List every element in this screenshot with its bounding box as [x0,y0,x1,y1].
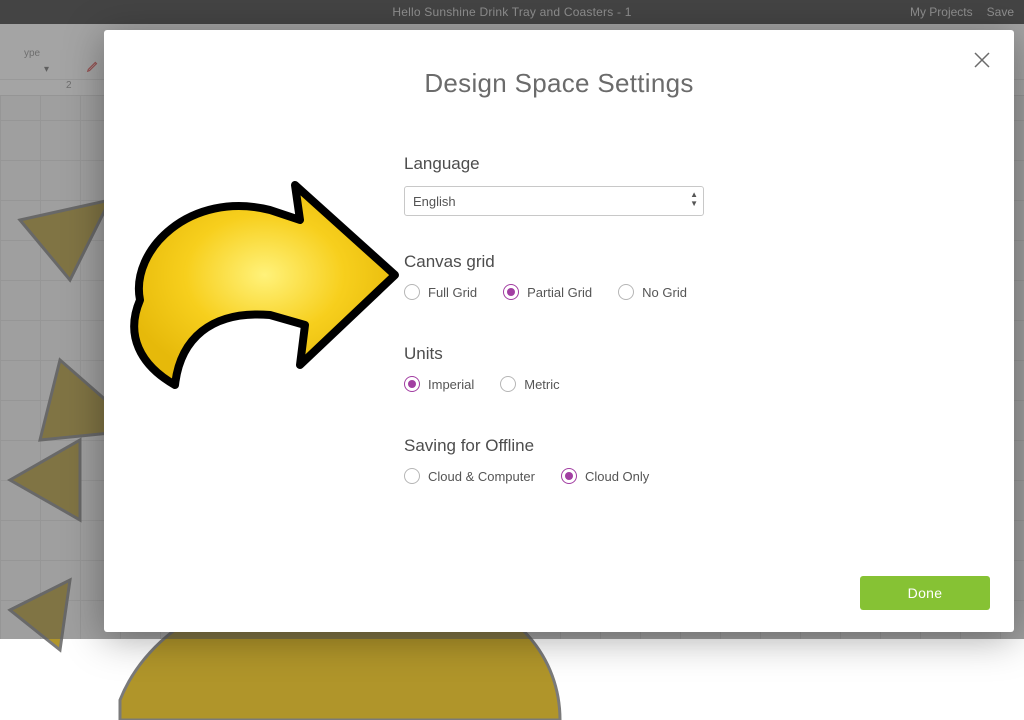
radio-partial-grid[interactable]: Partial Grid [503,284,592,300]
radio-label: Imperial [428,377,474,392]
radio-icon [404,376,420,392]
section-label-units: Units [404,344,814,364]
radio-cloud-computer[interactable]: Cloud & Computer [404,468,535,484]
radio-label: Metric [524,377,559,392]
close-button[interactable] [970,48,994,72]
done-button[interactable]: Done [860,576,990,610]
radio-icon [404,284,420,300]
radio-cloud-only[interactable]: Cloud Only [561,468,649,484]
units-options: Imperial Metric [404,376,814,392]
settings-modal: Design Space Settings Language English ▲… [104,30,1014,632]
language-select-wrap: English ▲▼ [404,186,704,216]
section-label-offline: Saving for Offline [404,436,814,456]
radio-label: Full Grid [428,285,477,300]
radio-label: Cloud & Computer [428,469,535,484]
radio-label: Partial Grid [527,285,592,300]
section-label-language: Language [404,154,814,174]
language-select[interactable]: English [404,186,704,216]
radio-icon [503,284,519,300]
radio-icon [561,468,577,484]
canvas-grid-options: Full Grid Partial Grid No Grid [404,284,814,300]
offline-options: Cloud & Computer Cloud Only [404,468,814,484]
modal-title: Design Space Settings [104,68,1014,99]
radio-label: No Grid [642,285,687,300]
radio-no-grid[interactable]: No Grid [618,284,687,300]
close-icon [970,48,994,72]
radio-icon [618,284,634,300]
radio-label: Cloud Only [585,469,649,484]
radio-imperial[interactable]: Imperial [404,376,474,392]
radio-icon [404,468,420,484]
settings-form: Language English ▲▼ Canvas grid Full Gri… [404,154,814,484]
radio-full-grid[interactable]: Full Grid [404,284,477,300]
radio-metric[interactable]: Metric [500,376,559,392]
radio-icon [500,376,516,392]
section-label-canvas-grid: Canvas grid [404,252,814,272]
